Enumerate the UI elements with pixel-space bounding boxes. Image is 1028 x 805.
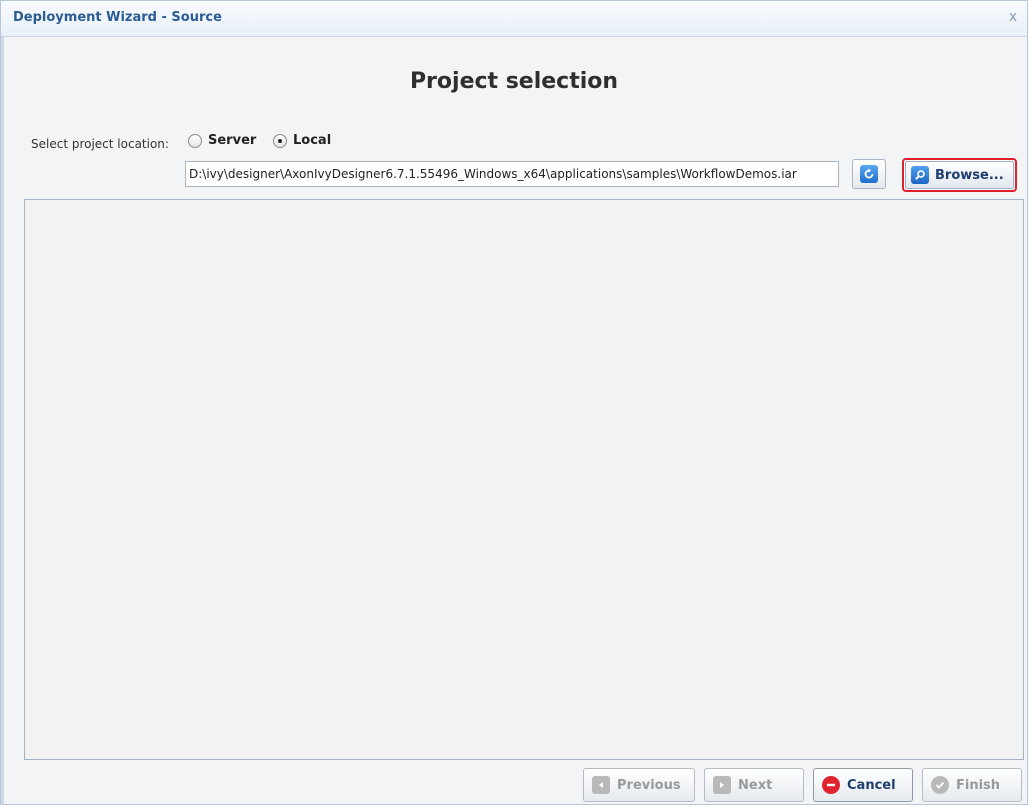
finish-button[interactable]: Finish [922,768,1022,802]
radio-local-circle[interactable] [273,133,287,148]
close-icon[interactable]: x [1003,7,1023,27]
project-location-label: Select project location: [31,137,169,151]
page-title: Project selection [409,69,619,94]
title-bar: Deployment Wizard - Source x [1,1,1027,37]
cancel-icon [822,776,840,794]
project-list-area [24,199,1024,760]
magnifier-icon [911,166,929,184]
radio-local-label: Local [293,133,332,148]
finish-check-icon [931,776,949,794]
browse-button-face[interactable]: Browse... [905,161,1014,189]
next-button[interactable]: Next [704,768,804,802]
radio-server-circle[interactable] [188,133,202,148]
finish-button-label: Finish [956,777,1001,793]
radio-server-label: Server [208,133,257,148]
project-path-input[interactable]: D:\ivy\designer\AxonIvyDesigner6.7.1.554… [185,161,839,187]
previous-button-label: Previous [617,777,681,793]
refresh-icon [860,165,878,183]
previous-button[interactable]: Previous [583,768,695,802]
next-arrow-icon [713,776,731,794]
browse-button-label: Browse... [935,167,1004,183]
window-title: Deployment Wizard - Source [13,10,222,25]
radio-local[interactable]: Local [273,133,331,148]
left-border-strip [1,37,4,805]
cancel-button[interactable]: Cancel [813,768,913,802]
refresh-button[interactable] [852,159,886,189]
browse-button[interactable]: Browse... [902,158,1017,192]
cancel-button-label: Cancel [847,777,896,793]
deployment-wizard-window: Deployment Wizard - Source x Project sel… [0,0,1028,805]
radio-server[interactable]: Server [188,133,256,148]
next-button-label: Next [738,777,773,793]
previous-arrow-icon [592,776,610,794]
